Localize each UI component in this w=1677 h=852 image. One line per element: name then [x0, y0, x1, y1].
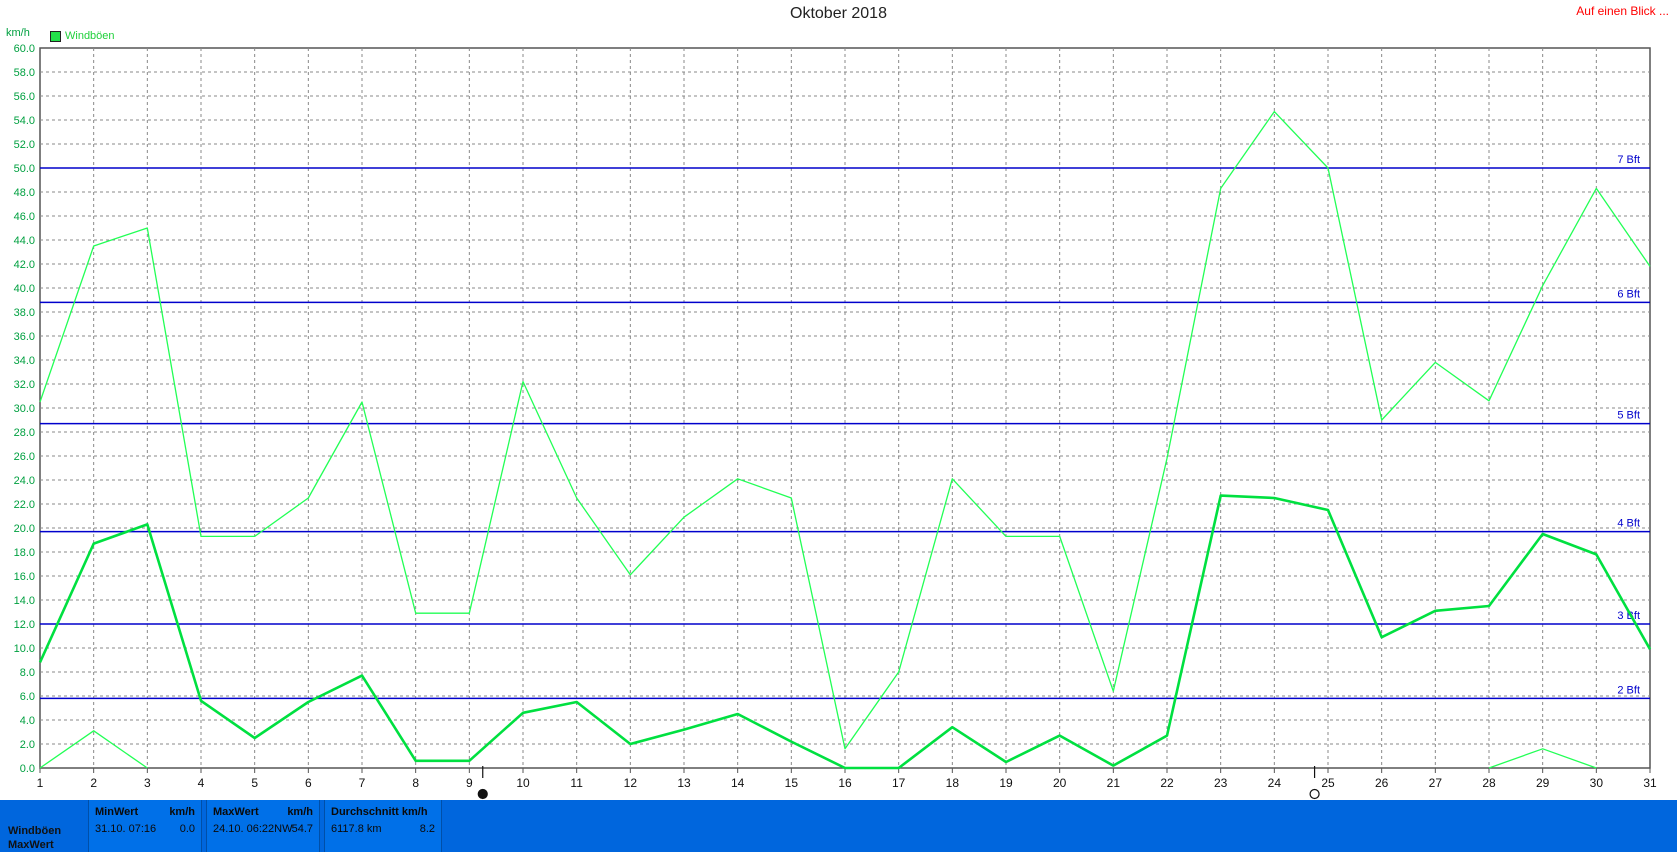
y-tick-label: 22.0	[14, 499, 35, 511]
y-tick-label: 34.0	[14, 355, 35, 367]
x-tick-label: 11	[570, 776, 583, 790]
x-tick-label: 3	[144, 776, 151, 790]
y-tick-label: 8.0	[20, 667, 35, 679]
x-tick-label: 26	[1375, 776, 1389, 790]
max-unit: km/h	[287, 806, 313, 818]
y-tick-label: 42.0	[14, 259, 35, 271]
x-tick-label: 31	[1643, 776, 1657, 790]
x-tick-label: 6	[305, 776, 312, 790]
x-tick-label: 18	[946, 776, 960, 790]
legend-label: Windböen	[65, 30, 115, 42]
x-tick-label: 16	[838, 776, 852, 790]
y-tick-label: 4.0	[20, 715, 35, 727]
x-tick-label: 13	[677, 776, 691, 790]
y-tick-label: 38.0	[14, 307, 35, 319]
x-tick-label: 4	[198, 776, 205, 790]
chart-svg: 0.0 2.0 4.0 6.0 8.0 10.0 12.0 14.0 16.0 18.0 20.0 2…	[14, 43, 1657, 800]
x-tick-label: 14	[731, 776, 745, 790]
beaufort-label: 4 Bft	[1617, 518, 1640, 530]
x-tick-label: 9	[466, 776, 473, 790]
y-tick-label: 30.0	[14, 403, 35, 415]
avg-value: 8.2	[419, 823, 435, 835]
y-tick-label: 52.0	[14, 139, 35, 151]
y-tick-label: 6.0	[20, 691, 35, 703]
x-tick-label: 30	[1590, 776, 1604, 790]
x-tick-label: 28	[1482, 776, 1496, 790]
y-tick-label: 24.0	[14, 475, 35, 487]
x-tick-label: 1	[37, 776, 44, 790]
y-tick-label: 54.0	[14, 115, 35, 127]
x-tick-label: 25	[1321, 776, 1335, 790]
beaufort-label: 7 Bft	[1617, 154, 1640, 166]
y-tick-label: 0.0	[20, 763, 35, 775]
x-tick-label: 22	[1160, 776, 1174, 790]
stats-bar: Windböen MaxWert MinWert km/h 31.10. 07:…	[0, 800, 1677, 852]
y-tick-label: 48.0	[14, 187, 35, 199]
x-tick-label: 8	[412, 776, 419, 790]
avg-panel: Durchschnitt km/h 6117.8 km 8.2	[324, 800, 442, 852]
y-tick-label: 14.0	[14, 595, 35, 607]
beaufort-label: 6 Bft	[1617, 288, 1640, 300]
stats-row-label-1: Windböen	[8, 825, 62, 837]
y-tick-label: 60.0	[14, 43, 35, 55]
max-value: 54.7	[291, 823, 313, 835]
avg-when: 6117.8 km	[331, 823, 382, 835]
new-moon-icon	[477, 788, 488, 800]
x-tick-label: 21	[1107, 776, 1121, 790]
y-tick-label: 28.0	[14, 427, 35, 439]
x-tick-label: 17	[892, 776, 906, 790]
x-tick-label: 27	[1429, 776, 1443, 790]
min-when: 31.10. 07:16	[95, 823, 157, 835]
max-header: MaxWert	[213, 806, 259, 818]
x-tick-label: 24	[1268, 776, 1282, 790]
y-tick-label: 36.0	[14, 331, 35, 343]
legend-swatch	[50, 30, 61, 42]
min-header: MinWert	[95, 806, 139, 818]
y-tick-label: 58.0	[14, 67, 35, 79]
x-tick-label: 29	[1536, 776, 1550, 790]
full-moon-icon	[1309, 788, 1320, 800]
x-tick-label: 5	[251, 776, 258, 790]
x-tick-label: 10	[516, 776, 530, 790]
y-tick-label: 18.0	[14, 547, 35, 559]
y-tick-label: 56.0	[14, 91, 35, 103]
beaufort-label: 2 Bft	[1617, 684, 1640, 696]
x-tick-label: 12	[624, 776, 638, 790]
stats-row-label-2: MaxWert	[8, 839, 54, 851]
x-tick-label: 2	[90, 776, 97, 790]
y-tick-label: 44.0	[14, 235, 35, 247]
min-panel: MinWert km/h 31.10. 07:16 0.0	[88, 800, 202, 852]
y-tick-label: 32.0	[14, 379, 35, 391]
avg-header: Durchschnitt km/h	[331, 806, 428, 818]
y-tick-label: 16.0	[14, 571, 35, 583]
y-tick-label: 50.0	[14, 163, 35, 175]
y-tick-label: 12.0	[14, 619, 35, 631]
y-tick-label: 46.0	[14, 211, 35, 223]
overview-link[interactable]: Auf einen Blick ...	[1576, 4, 1669, 18]
max-panel: MaxWert km/h 24.10. 06:22NW 54.7	[206, 800, 320, 852]
y-tick-label: 10.0	[14, 643, 35, 655]
min-unit: km/h	[169, 806, 195, 818]
chart-area: 0.0 2.0 4.0 6.0 8.0 10.0 12.0 14.0 16.0 18.0 20.0 2…	[0, 0, 1677, 800]
y-axis-unit: km/h	[6, 27, 30, 39]
beaufort-label: 5 Bft	[1617, 410, 1640, 422]
x-tick-label: 15	[785, 776, 799, 790]
y-tick-label: 20.0	[14, 523, 35, 535]
x-tick-label: 23	[1214, 776, 1228, 790]
x-tick-label: 7	[359, 776, 366, 790]
chart-title: Oktober 2018	[790, 5, 887, 22]
x-tick-label: 20	[1053, 776, 1067, 790]
legend: Windböen	[50, 30, 115, 42]
y-tick-label: 26.0	[14, 451, 35, 463]
max-when: 24.10. 06:22NW	[213, 823, 293, 835]
min-value: 0.0	[179, 823, 195, 835]
y-tick-label: 2.0	[20, 739, 35, 751]
x-tick-label: 19	[999, 776, 1013, 790]
y-tick-label: 40.0	[14, 283, 35, 295]
